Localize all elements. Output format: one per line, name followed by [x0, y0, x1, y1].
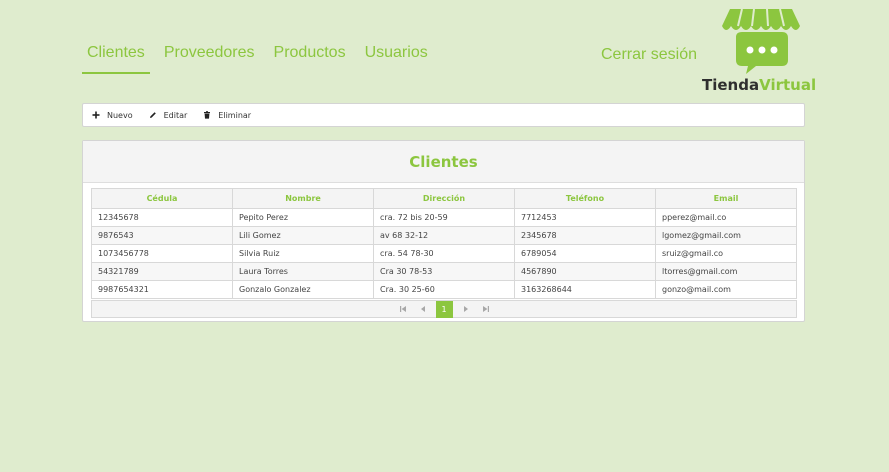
edit-button-label: Editar: [163, 110, 188, 120]
cell-email: gonzo@mail.com: [655, 280, 797, 299]
table-row[interactable]: 9987654321 Gonzalo Gonzalez Cra. 30 25-6…: [91, 280, 797, 299]
cell-cedula: 9987654321: [91, 280, 233, 299]
cell-cedula: 1073456778: [91, 244, 233, 263]
logo-text: TiendaVirtual: [702, 76, 816, 94]
pencil-icon: [149, 112, 156, 118]
logout-link[interactable]: Cerrar sesión: [601, 46, 697, 64]
cell-telefono: 2345678: [514, 226, 656, 245]
new-button[interactable]: Nuevo: [92, 111, 133, 120]
toolbar: Nuevo Editar Eliminar: [82, 103, 805, 127]
clients-panel: Clientes Cédula Nombre Dirección Teléfon…: [82, 140, 805, 322]
delete-button[interactable]: Eliminar: [203, 111, 251, 120]
nav-item-clientes[interactable]: Clientes: [82, 44, 150, 74]
paginator: 1: [91, 300, 797, 318]
column-header-direccion[interactable]: Dirección: [373, 188, 515, 209]
cell-nombre: Laura Torres: [232, 262, 374, 281]
next-page-button[interactable]: [459, 302, 473, 316]
column-header-telefono[interactable]: Teléfono: [514, 188, 656, 209]
cell-nombre: Silvia Ruiz: [232, 244, 374, 263]
cell-nombre: Lili Gomez: [232, 226, 374, 245]
clients-table: Cédula Nombre Dirección Teléfono Email 1…: [91, 188, 797, 299]
prev-page-icon: [420, 306, 425, 312]
cell-nombre: Pepito Perez: [232, 208, 374, 227]
cell-telefono: 6789054: [514, 244, 656, 263]
cell-cedula: 54321789: [91, 262, 233, 281]
cell-email: ltorres@gmail.com: [655, 262, 797, 281]
logo-word-2: Virtual: [759, 76, 817, 94]
cell-telefono: 3163268644: [514, 280, 656, 299]
main-nav: Clientes Proveedores Productos Usuarios: [82, 44, 433, 74]
cell-email: lgomez@gmail.com: [655, 226, 797, 245]
cell-direccion: cra. 72 bis 20-59: [373, 208, 515, 227]
current-page-button[interactable]: 1: [435, 300, 453, 318]
table-row[interactable]: 1073456778 Silvia Ruiz cra. 54 78-30 678…: [91, 244, 797, 263]
column-header-cedula[interactable]: Cédula: [91, 188, 233, 209]
cell-telefono: 4567890: [514, 262, 656, 281]
nav-item-usuarios[interactable]: Usuarios: [360, 44, 433, 74]
trash-icon: [204, 111, 211, 119]
column-header-email[interactable]: Email: [655, 188, 797, 209]
cell-email: pperez@mail.co: [655, 208, 797, 227]
cell-direccion: av 68 32-12: [373, 226, 515, 245]
table-header-row: Cédula Nombre Dirección Teléfono Email: [91, 188, 797, 209]
cell-direccion: Cra. 30 25-60: [373, 280, 515, 299]
table-row[interactable]: 9876543 Lili Gomez av 68 32-12 2345678 l…: [91, 226, 797, 245]
next-page-icon: [463, 306, 468, 312]
panel-title: Clientes: [409, 152, 478, 171]
cell-direccion: Cra 30 78-53: [373, 262, 515, 281]
first-page-button[interactable]: [396, 302, 410, 316]
table-row[interactable]: 12345678 Pepito Perez cra. 72 bis 20-59 …: [91, 208, 797, 227]
nav-item-proveedores[interactable]: Proveedores: [159, 44, 260, 74]
last-page-icon: [482, 306, 489, 312]
last-page-button[interactable]: [479, 302, 493, 316]
cell-cedula: 12345678: [91, 208, 233, 227]
column-header-nombre[interactable]: Nombre: [232, 188, 374, 209]
plus-icon: [92, 111, 100, 119]
cell-cedula: 9876543: [91, 226, 233, 245]
table-row[interactable]: 54321789 Laura Torres Cra 30 78-53 45678…: [91, 262, 797, 281]
logo-word-1: Tienda: [702, 76, 760, 94]
edit-button[interactable]: Editar: [149, 110, 188, 120]
cell-email: sruiz@gmail.co: [655, 244, 797, 263]
panel-header: Clientes: [83, 141, 804, 183]
delete-button-label: Eliminar: [218, 110, 252, 120]
cell-direccion: cra. 54 78-30: [373, 244, 515, 263]
cell-telefono: 7712453: [514, 208, 656, 227]
nav-item-productos[interactable]: Productos: [269, 44, 351, 74]
prev-page-button[interactable]: [416, 302, 430, 316]
new-button-label: Nuevo: [107, 110, 133, 120]
first-page-icon: [399, 306, 406, 312]
cell-nombre: Gonzalo Gonzalez: [232, 280, 374, 299]
